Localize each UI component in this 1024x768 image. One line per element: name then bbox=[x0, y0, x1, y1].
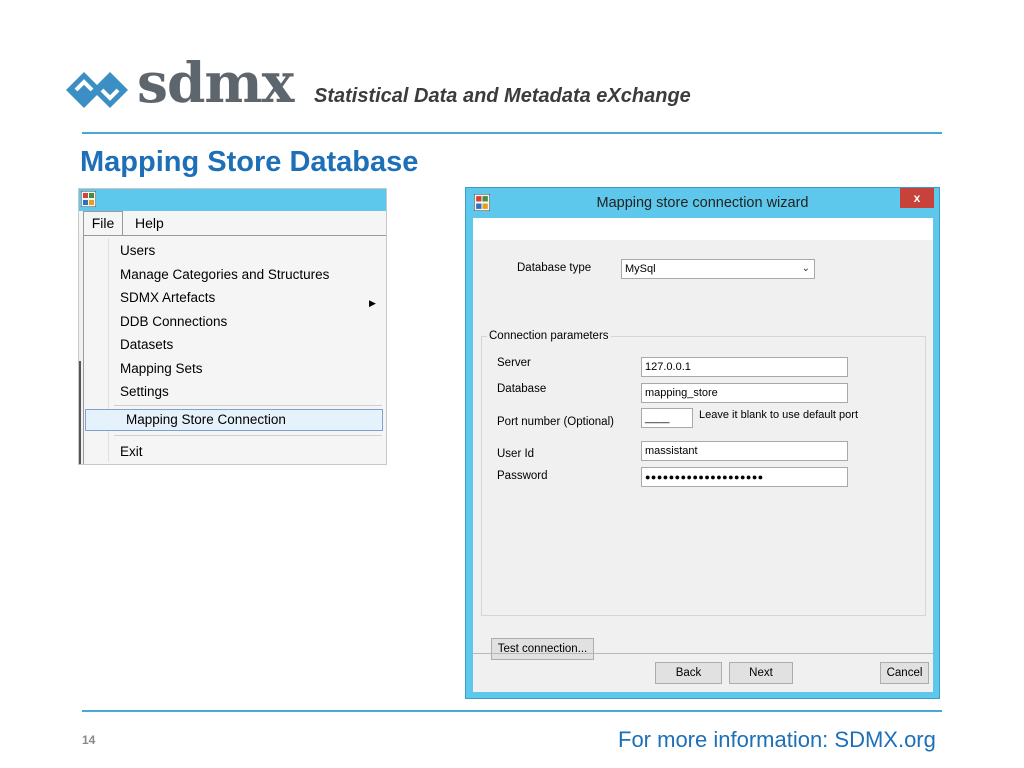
port-hint: Leave it blank to use default port bbox=[699, 409, 858, 421]
footer-info-link[interactable]: For more information: SDMX.org bbox=[618, 727, 936, 753]
menu-item-settings[interactable]: Settings bbox=[120, 384, 169, 399]
test-connection-button[interactable]: Test connection... bbox=[491, 638, 594, 660]
footer-divider bbox=[473, 653, 933, 654]
database-input[interactable]: mapping_store bbox=[641, 383, 848, 403]
footer-divider-line bbox=[82, 710, 942, 712]
chevron-down-icon: ⌄ bbox=[801, 263, 810, 274]
database-type-select[interactable]: MySql ⌄ bbox=[621, 259, 815, 279]
connection-parameters-legend: Connection parameters bbox=[487, 330, 611, 342]
app-icon bbox=[81, 191, 96, 207]
menu-item-exit[interactable]: Exit bbox=[120, 444, 143, 459]
menu-separator bbox=[114, 435, 382, 436]
submenu-arrow-icon: ▶ bbox=[369, 298, 376, 308]
password-input[interactable]: ●●●●●●●●●●●●●●●●●●●● bbox=[641, 467, 848, 487]
tagline: Statistical Data and Metadata eXchange bbox=[314, 85, 691, 107]
wizard-title: Mapping store connection wizard bbox=[596, 195, 809, 211]
port-number-label: Port number (Optional) bbox=[497, 416, 614, 428]
port-number-input[interactable]: ____ bbox=[641, 408, 693, 428]
password-label: Password bbox=[497, 470, 548, 482]
close-button[interactable]: x bbox=[900, 188, 934, 208]
menu-item-datasets[interactable]: Datasets bbox=[120, 337, 173, 352]
file-menu-screenshot: File Help Users Manage Categories and St… bbox=[78, 188, 387, 465]
back-button[interactable]: Back bbox=[655, 662, 722, 684]
menu-item-users[interactable]: Users bbox=[120, 243, 155, 258]
user-id-label: User Id bbox=[497, 448, 535, 460]
menu-item-mapping-store-connection[interactable]: Mapping Store Connection bbox=[85, 409, 383, 431]
menu-item-manage-categories[interactable]: Manage Categories and Structures bbox=[120, 267, 329, 282]
menu-help[interactable]: Help bbox=[135, 211, 164, 235]
menu-item-ddb-connections[interactable]: DDB Connections bbox=[120, 314, 227, 329]
menu-bar: File Help bbox=[79, 211, 386, 235]
mapping-store-connection-wizard: Mapping store connection wizard x Databa… bbox=[465, 187, 940, 699]
page-number: 14 bbox=[82, 733, 96, 747]
logo-wordmark: sdmx bbox=[137, 50, 294, 115]
database-label: Database bbox=[497, 383, 547, 395]
sdmx-logo-icon bbox=[66, 72, 128, 108]
app-title-bar bbox=[79, 189, 386, 211]
user-id-input[interactable]: massistant bbox=[641, 441, 848, 461]
menu-item-sdmx-artefacts[interactable]: SDMX Artefacts bbox=[120, 290, 215, 305]
wizard-client-area: Database type MySql ⌄ Connection paramet… bbox=[473, 218, 933, 692]
header-divider bbox=[82, 132, 942, 134]
server-input[interactable]: 127.0.0.1 bbox=[641, 357, 848, 377]
file-dropdown-menu: Users Manage Categories and Structures S… bbox=[83, 235, 386, 464]
database-type-value: MySql bbox=[625, 263, 656, 275]
wizard-header-band bbox=[473, 218, 933, 240]
menu-file[interactable]: File bbox=[83, 211, 123, 235]
cancel-button[interactable]: Cancel bbox=[880, 662, 929, 684]
database-type-label: Database type bbox=[517, 262, 592, 274]
next-button[interactable]: Next bbox=[729, 662, 793, 684]
menu-separator bbox=[114, 405, 382, 406]
server-label: Server bbox=[497, 357, 531, 369]
menu-item-mapping-sets[interactable]: Mapping Sets bbox=[120, 361, 203, 376]
page-title: Mapping Store Database bbox=[80, 146, 419, 178]
